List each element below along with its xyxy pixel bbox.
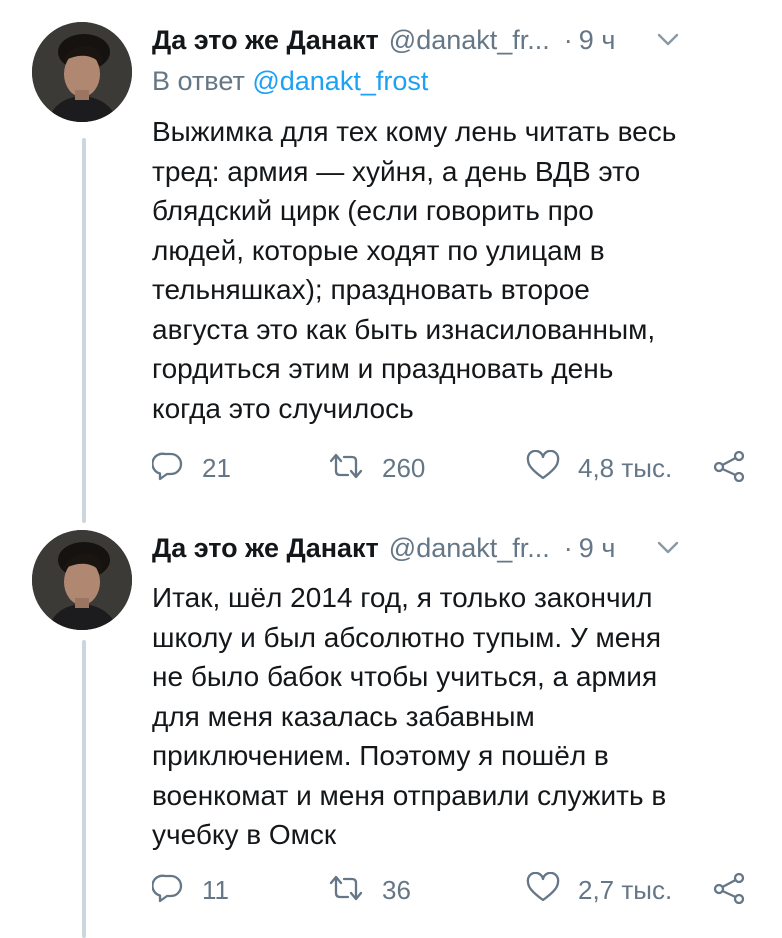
tweet-text-line: тред: армия — хуйня, а день ВДВ это [152,155,641,187]
share-icon [712,450,746,487]
tweet-text-line: Выжимка для тех кому лень читать весь [152,116,677,147]
share-icon [712,872,746,909]
retweet-icon [328,872,364,909]
avatar[interactable] [32,22,132,122]
retweet-icon [328,450,364,487]
tweet-text-line: Итак, шёл 2014 год, я только закончил [152,582,653,613]
tweet-text-line: людей, которые ходят по улицам в [152,234,605,266]
separator-dot: · [563,532,573,563]
tweet-header: Да это же Данакт @danakt_fr... · 9 ч [152,528,754,568]
author-handle[interactable]: @danakt_fr... [389,25,550,56]
author-handle[interactable]: @danakt_fr... [389,533,550,564]
like-button[interactable]: 2,7 тыс. [526,870,672,910]
tweet-actions: 11 36 2,7 тыс. [151,870,752,910]
tweet-text-line: школу и был абсолютно тупым. У меня [152,621,661,653]
tweet-text-line: приключением. Поэтому я пошёл в [152,740,609,771]
reply-count: 11 [202,874,229,905]
timestamp[interactable]: 9 ч [579,533,616,564]
chevron-down-icon[interactable] [655,27,681,53]
author-name[interactable]: Да это же Данакт [152,533,379,564]
retweet-button[interactable]: 36 [328,870,411,910]
tweet[interactable]: Да это же Данакт @danakt_fr... · 9 ч В о… [0,0,782,510]
tweet-text: Выжимка для тех кому лень читать весь тр… [152,112,752,428]
reply-button[interactable]: 21 [151,448,231,488]
reply-mention-link[interactable]: @danakt_frost [252,66,428,96]
tweet-text-line: тельняшках); праздновать второе [152,274,590,305]
separator-dot: · [563,24,573,55]
author-name[interactable]: Да это же Данакт [152,25,379,56]
tweet-actions: 21 260 4,8 тыс. [151,448,752,488]
tweet-text-line: гордиться этим и праздновать день [152,353,614,384]
tweet-header: Да это же Данакт @danakt_fr... · 9 ч [152,20,754,60]
retweet-count: 36 [382,874,411,905]
timestamp[interactable]: 9 ч [579,25,616,56]
tweet-text-line: учебку в Омск [152,819,337,850]
chevron-down-icon[interactable] [655,535,681,561]
like-button[interactable]: 4,8 тыс. [526,448,672,488]
like-count: 4,8 тыс. [578,452,673,483]
tweet[interactable]: Да это же Данакт @danakt_fr... · 9 ч Ита… [0,510,782,938]
tweet-text-line: августа это как быть изнасилованным, [152,313,656,345]
reply-button[interactable]: 11 [151,870,229,910]
share-button[interactable] [712,448,746,488]
heart-icon [526,871,560,909]
tweet-text: Итак, шёл 2014 год, я только закончил шк… [152,578,752,855]
reply-context: В ответ @danakt_frost [152,66,428,97]
tweet-text-line: военкомат и меня отправили служить в [152,779,667,811]
like-count: 2,7 тыс. [578,874,673,905]
reply-icon [151,450,184,487]
tweet-text-line: не было бабок чтобы учиться, а армия [152,661,658,692]
reply-prefix: В ответ [152,66,245,96]
retweet-count: 260 [382,452,426,483]
reply-count: 21 [202,452,231,483]
heart-icon [526,449,560,487]
retweet-button[interactable]: 260 [328,448,425,488]
avatar[interactable] [32,530,132,630]
tweet-text-line: для меня казалась забавным [152,700,535,732]
share-button[interactable] [712,870,746,910]
tweet-text-line: когда это случилось [152,392,414,424]
tweet-text-line: блядский цирк (если говорить про [152,195,594,226]
reply-icon [151,872,184,909]
